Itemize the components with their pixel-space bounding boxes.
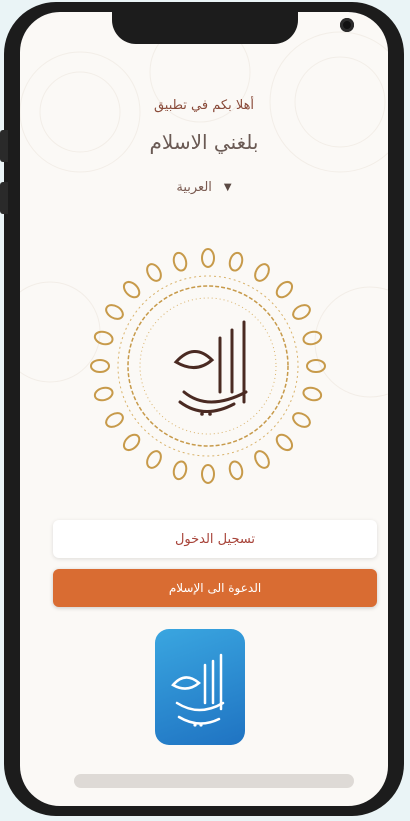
- emblem-petal: [254, 450, 270, 469]
- emblem-petal: [292, 304, 311, 320]
- welcome-text: أهلا بكم في تطبيق: [153, 98, 255, 113]
- emblem-petal: [306, 359, 326, 373]
- front-camera: [340, 18, 354, 32]
- emblem-petal: [275, 433, 294, 452]
- emblem-petal: [172, 460, 188, 481]
- emblem-petal: [105, 412, 124, 428]
- language-selector[interactable]: العربية ▼: [20, 180, 388, 195]
- calligraphy-emblem: [90, 248, 326, 484]
- emblem-petal: [90, 359, 110, 373]
- app-title: بلغني الاسلام: [149, 130, 259, 154]
- emblem-petal: [146, 450, 162, 469]
- device-notch: [112, 12, 354, 44]
- emblem-petal: [201, 248, 215, 268]
- volume-down-button: [0, 182, 8, 214]
- emblem-petal: [254, 263, 270, 282]
- app-screen: أهلا بكم في تطبيق بلغني الاسلام العربية …: [20, 12, 388, 806]
- emblem-petal: [93, 386, 114, 402]
- emblem-petal: [302, 386, 323, 402]
- chevron-down-icon: ▼: [223, 182, 232, 193]
- emblem-petal: [302, 330, 323, 346]
- login-button[interactable]: تسجيل الدخول: [53, 520, 377, 558]
- emblem-petal: [201, 464, 215, 484]
- phone-frame: أهلا بكم في تطبيق بلغني الاسلام العربية …: [0, 2, 404, 816]
- app-logo-calligraphy-icon: [171, 653, 225, 727]
- emblem-petal: [105, 304, 124, 320]
- volume-up-button: [0, 130, 8, 162]
- emblem-petal: [172, 251, 188, 272]
- emblem-petal: [275, 280, 294, 299]
- emblem-petal: [292, 412, 311, 428]
- home-indicator: [74, 774, 354, 788]
- emblem-petal: [228, 460, 244, 481]
- emblem-petal: [146, 263, 162, 282]
- app-logo-icon[interactable]: [155, 629, 245, 745]
- emblem-petal: [93, 330, 114, 346]
- language-label: العربية: [176, 180, 212, 195]
- dawah-button[interactable]: الدعوة الى الإسلام: [53, 569, 377, 607]
- emblem-petal: [228, 251, 244, 272]
- emblem-petal: [122, 280, 141, 299]
- emblem-petal: [122, 433, 141, 452]
